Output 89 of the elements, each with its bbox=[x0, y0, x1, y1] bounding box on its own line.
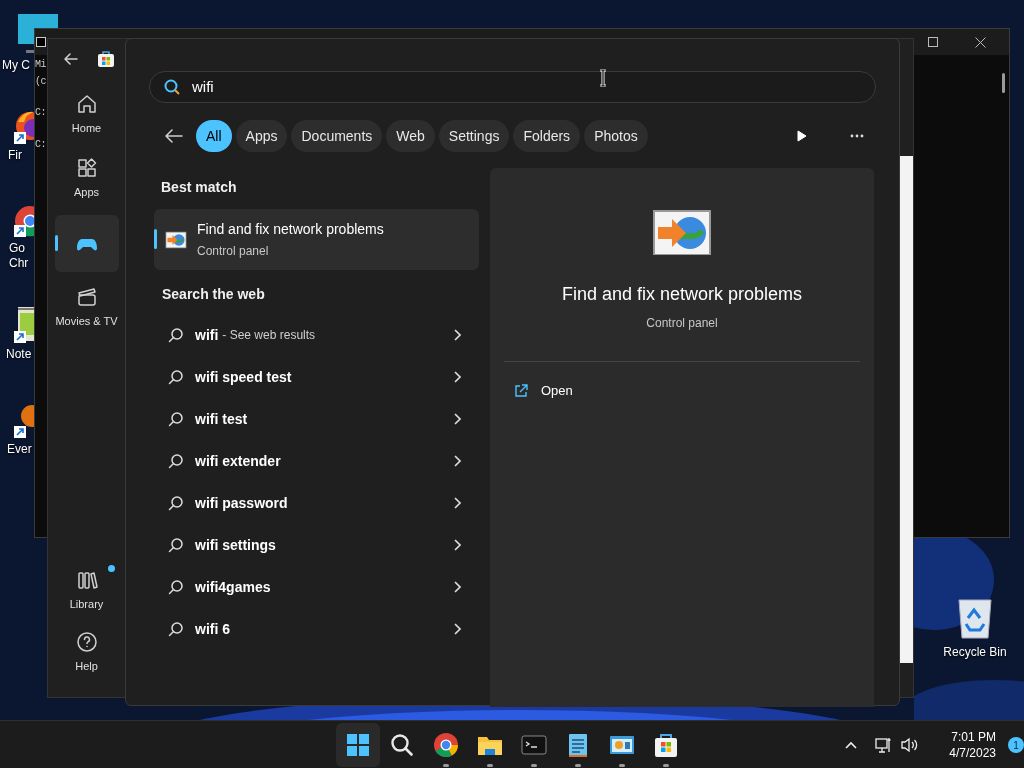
speaker-icon bbox=[901, 737, 919, 753]
scrollbar-thumb[interactable] bbox=[1002, 73, 1005, 93]
result-title: Find and fix network problems bbox=[197, 220, 384, 239]
start-button[interactable] bbox=[336, 723, 380, 767]
network-troubleshooter-icon bbox=[165, 229, 187, 250]
open-action[interactable]: Open bbox=[504, 374, 860, 408]
selection-indicator bbox=[154, 229, 157, 249]
search-icon bbox=[168, 369, 184, 385]
icon-label: Note bbox=[6, 347, 32, 362]
icon-label: Chr bbox=[9, 256, 29, 271]
help-icon bbox=[75, 631, 98, 654]
web-result-item[interactable]: wifi speed test bbox=[154, 356, 479, 398]
windows-logo-icon bbox=[344, 731, 372, 759]
preview-title: Find and fix network problems bbox=[561, 283, 803, 306]
search-icon bbox=[168, 411, 184, 427]
selection-indicator bbox=[54, 235, 58, 251]
preview-subtitle: Control panel bbox=[646, 315, 718, 332]
icon-label: Fir bbox=[8, 148, 22, 163]
web-result-item[interactable]: wifi - See web results bbox=[154, 314, 479, 356]
chevron-right-icon bbox=[453, 371, 461, 383]
home-nav-item[interactable]: Home bbox=[54, 87, 119, 143]
web-result-item[interactable]: wifi4games bbox=[154, 566, 479, 608]
apps-nav-item[interactable]: Apps bbox=[54, 151, 119, 207]
filter-tab[interactable]: Apps bbox=[235, 120, 288, 152]
chevron-right-icon bbox=[453, 539, 461, 551]
chevron-right-icon bbox=[453, 455, 461, 467]
icon-label: Ever bbox=[7, 442, 32, 457]
icon-label: My C bbox=[2, 58, 30, 73]
section-heading: Search the web bbox=[162, 285, 266, 304]
back-arrow-icon bbox=[63, 53, 78, 65]
chevron-right-icon bbox=[453, 581, 461, 593]
web-result-item[interactable]: wifi 6 bbox=[154, 608, 479, 650]
recycle-bin-icon bbox=[956, 596, 994, 640]
search-icon bbox=[168, 537, 184, 553]
result-subtitle: Control panel bbox=[197, 243, 270, 260]
help-nav-item[interactable]: Help bbox=[54, 625, 119, 681]
back-arrow-icon bbox=[165, 129, 183, 143]
books-icon bbox=[75, 569, 98, 592]
chevron-up-icon bbox=[845, 741, 857, 749]
search-icon bbox=[168, 495, 184, 511]
store-bag-icon bbox=[96, 50, 115, 68]
more-icon bbox=[850, 134, 864, 138]
search-icon bbox=[168, 579, 184, 595]
clock[interactable]: 7:01 PM 4/7/2023 bbox=[934, 729, 996, 761]
filter-tab[interactable]: Web bbox=[386, 120, 435, 152]
close-icon bbox=[974, 36, 986, 48]
chevron-right-icon bbox=[453, 623, 461, 635]
play-icon bbox=[797, 130, 807, 142]
filter-tab[interactable]: Photos bbox=[584, 120, 648, 152]
search-icon bbox=[164, 79, 180, 95]
notification-badge[interactable]: 1 bbox=[1008, 737, 1024, 753]
console-line: (c bbox=[35, 76, 46, 88]
text-cursor-icon bbox=[598, 69, 608, 87]
result-item[interactable]: Find and fix network problems Control panel bbox=[154, 209, 479, 270]
filter-tab[interactable]: Settings bbox=[438, 120, 510, 152]
web-result-item[interactable]: wifi password bbox=[154, 482, 479, 524]
maximize-icon bbox=[928, 37, 938, 47]
filter-tab[interactable]: Documents bbox=[291, 120, 383, 152]
library-nav-item[interactable]: Library bbox=[54, 563, 119, 619]
icon-label: Go bbox=[9, 241, 25, 256]
chrome-icon bbox=[432, 731, 460, 759]
clapperboard-icon bbox=[75, 286, 98, 309]
external-link-icon bbox=[514, 384, 528, 398]
network-icon bbox=[875, 736, 893, 754]
web-result-item[interactable]: wifi extender bbox=[154, 440, 479, 482]
filter-tab[interactable]: Folders bbox=[513, 120, 581, 152]
gaming-nav-item[interactable] bbox=[54, 215, 119, 272]
console-line: Mi bbox=[35, 59, 46, 71]
store-bag-icon bbox=[652, 731, 680, 759]
chevron-right-icon bbox=[453, 497, 461, 509]
search-icon bbox=[168, 621, 184, 637]
search-icon bbox=[168, 453, 184, 469]
web-result-item[interactable]: wifi test bbox=[154, 398, 479, 440]
search-icon bbox=[388, 731, 416, 759]
notepad-icon bbox=[14, 305, 34, 343]
apps-grid-icon bbox=[75, 157, 98, 180]
chevron-right-icon bbox=[453, 329, 461, 341]
search-icon bbox=[168, 327, 184, 343]
web-result-item[interactable]: wifi settings bbox=[154, 524, 479, 566]
search-input[interactable]: wifi bbox=[192, 75, 792, 99]
chevron-right-icon bbox=[453, 413, 461, 425]
house-icon bbox=[75, 93, 98, 116]
section-heading: Best match bbox=[161, 178, 238, 197]
search-bar[interactable]: wifi bbox=[149, 71, 876, 103]
icon-label: Recycle Bin bbox=[943, 644, 1007, 661]
filter-tab[interactable]: All bbox=[196, 120, 232, 152]
console-line: C: bbox=[35, 139, 46, 151]
console-line: C: bbox=[35, 107, 46, 119]
movies-nav-item[interactable]: Movies & TV bbox=[54, 280, 119, 336]
